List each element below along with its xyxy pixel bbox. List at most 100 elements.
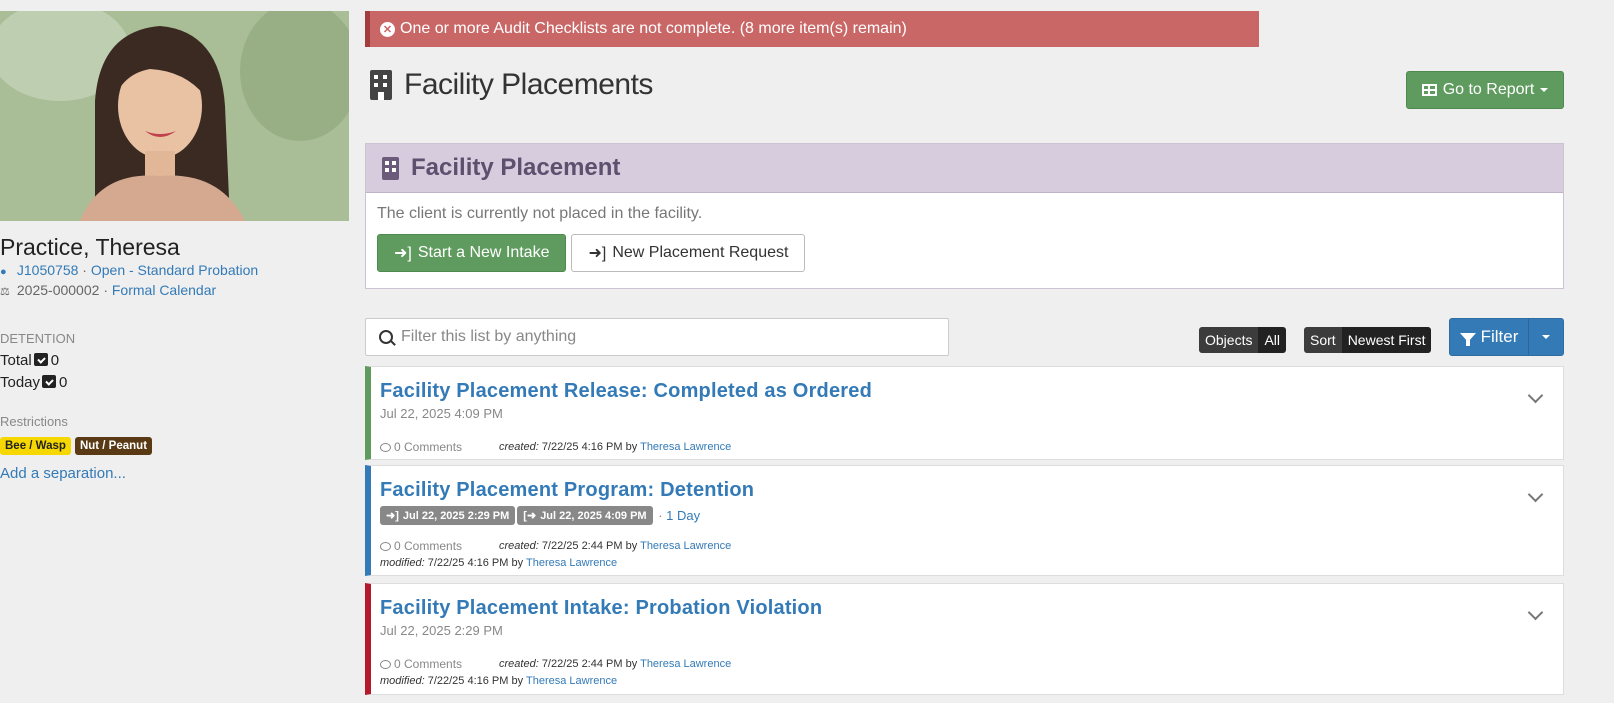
created-label: created: [499, 658, 539, 670]
sort-label: Sort [1304, 327, 1342, 353]
by-label: by [625, 540, 638, 552]
panel-actions: ➜] Start a New Intake ➜] New Placement R… [377, 234, 1552, 272]
created-by-link[interactable]: Theresa Lawrence [640, 540, 731, 552]
objects-value: All [1258, 327, 1287, 353]
new-placement-request-button[interactable]: ➜] New Placement Request [571, 234, 806, 272]
created-by-link[interactable]: Theresa Lawrence [640, 441, 731, 453]
sign-in-icon: ➜] [386, 510, 399, 522]
separator-dot: · [82, 262, 91, 278]
modified-date: 7/22/25 4:16 PM [427, 675, 509, 687]
comments-count: 0 Comments [394, 657, 463, 671]
restriction-tags: Bee / Wasp Nut / Peanut [0, 437, 153, 455]
card-footer: 0 Comments created: 7/22/25 2:44 PM by T… [380, 657, 1563, 671]
by-label: by [625, 658, 638, 670]
card-title[interactable]: Facility Placement Release: Completed as… [380, 380, 1563, 403]
new-request-label: New Placement Request [612, 244, 789, 261]
by-label: by [625, 441, 638, 453]
end-date: Jul 22, 2025 4:09 PM [540, 509, 647, 522]
filter-button[interactable]: Filter [1449, 318, 1564, 356]
comments-count: 0 Comments [394, 440, 463, 454]
page-title: Facility Placements [404, 68, 653, 101]
caret-down-icon [1540, 88, 1549, 92]
comments-link[interactable]: 0 Comments [380, 539, 499, 553]
placement-card-release[interactable]: Facility Placement Release: Completed as… [365, 366, 1564, 460]
card-footer: 0 Comments created: 7/22/25 2:44 PM by T… [380, 539, 1563, 553]
modified-by-link[interactable]: Theresa Lawrence [526, 557, 617, 569]
created-label: created: [499, 441, 539, 453]
sort-pill[interactable]: Sort Newest First [1304, 327, 1432, 353]
sign-out-icon: [➜ [523, 510, 537, 522]
comments-link[interactable]: 0 Comments [380, 657, 499, 671]
client-photo[interactable] [0, 11, 349, 221]
today-label: Today [0, 374, 41, 391]
modified-info: modified: 7/22/25 4:16 PM by Theresa Law… [380, 557, 1563, 569]
objects-filter-pill[interactable]: Objects All [1199, 327, 1287, 353]
created-date: 7/22/25 2:44 PM [541, 658, 623, 670]
restriction-tag-bee[interactable]: Bee / Wasp [0, 437, 71, 455]
detention-total: Total 0 [0, 352, 59, 369]
detention-label: DETENTION [0, 331, 76, 346]
building-icon [370, 70, 392, 100]
client-id-link[interactable]: J1050758 [17, 262, 79, 278]
panel-heading: Facility Placement [366, 144, 1563, 193]
start-date-badge: ➜] Jul 22, 2025 2:29 PM [380, 506, 516, 525]
created-by-link[interactable]: Theresa Lawrence [640, 658, 731, 670]
filter-main-button[interactable]: Filter [1450, 319, 1529, 355]
list-filter-search[interactable] [365, 318, 949, 356]
card-date: Jul 22, 2025 2:29 PM [380, 623, 503, 638]
sort-value: Newest First [1341, 327, 1432, 353]
panel-body: The client is currently not placed in th… [366, 193, 1563, 284]
card-title[interactable]: Facility Placement Program: Detention [380, 479, 1563, 502]
calendar-check-icon [33, 353, 48, 366]
calendar-link[interactable]: Formal Calendar [112, 282, 216, 298]
case-line: ⚖ 2025-000002 · Formal Calendar [0, 282, 216, 298]
modified-label: modified: [380, 557, 425, 569]
duration: 1 Day [666, 508, 701, 523]
comment-icon [380, 442, 391, 452]
case-number: 2025-000002 [16, 282, 100, 298]
facility-placement-panel: Facility Placement The client is current… [365, 143, 1564, 289]
filter-dropdown-toggle[interactable] [1529, 335, 1563, 339]
search-input[interactable] [401, 328, 921, 346]
card-date: Jul 22, 2025 4:09 PM [380, 406, 503, 421]
person-icon: ● [0, 266, 7, 278]
placement-status-message: The client is currently not placed in th… [377, 205, 703, 222]
alert-text: One or more Audit Checklists are not com… [400, 20, 907, 37]
add-separation-link[interactable]: Add a separation... [0, 465, 126, 482]
created-info: created: 7/22/25 2:44 PM by Theresa Lawr… [499, 658, 731, 670]
today-count: 0 [59, 374, 68, 391]
audit-alert: ✕ One or more Audit Checklists are not c… [365, 11, 1259, 47]
created-date: 7/22/25 2:44 PM [541, 540, 623, 552]
funnel-icon [1459, 332, 1476, 346]
scale-icon: ⚖ [0, 286, 10, 298]
placement-card-program[interactable]: Facility Placement Program: Detention ➜]… [365, 465, 1564, 576]
comment-icon [380, 659, 391, 669]
comments-count: 0 Comments [394, 539, 463, 553]
start-intake-button[interactable]: ➜] Start a New Intake [377, 234, 567, 272]
sign-in-icon: ➜] [588, 245, 607, 262]
placement-card-intake[interactable]: Facility Placement Intake: Probation Vio… [365, 583, 1564, 695]
by-label: by [511, 675, 524, 687]
card-footer: 0 Comments created: 7/22/25 4:16 PM by T… [380, 440, 1563, 454]
table-icon [1421, 84, 1437, 96]
search-icon [379, 330, 393, 344]
modified-by-link[interactable]: Theresa Lawrence [526, 675, 617, 687]
card-title[interactable]: Facility Placement Intake: Probation Vio… [380, 597, 1563, 620]
created-info: created: 7/22/25 4:16 PM by Theresa Lawr… [499, 441, 731, 453]
modified-label: modified: [380, 675, 425, 687]
go-to-report-button[interactable]: Go to Report [1406, 71, 1564, 109]
start-intake-label: Start a New Intake [417, 244, 550, 261]
building-icon [382, 156, 399, 180]
client-status-link[interactable]: Open - Standard Probation [91, 262, 258, 278]
client-name: Practice, Theresa [0, 234, 180, 260]
created-date: 7/22/25 4:16 PM [541, 441, 623, 453]
calendar-check-icon [42, 375, 57, 388]
restriction-tag-nut[interactable]: Nut / Peanut [74, 437, 153, 455]
caret-down-icon [1542, 335, 1550, 339]
modified-info: modified: 7/22/25 4:16 PM by Theresa Law… [380, 675, 1563, 687]
comments-link[interactable]: 0 Comments [380, 440, 499, 454]
total-label: Total [0, 352, 32, 369]
objects-label: Objects [1199, 327, 1259, 353]
created-info: created: 7/22/25 2:44 PM by Theresa Lawr… [499, 540, 731, 552]
end-date-badge: [➜ Jul 22, 2025 4:09 PM [517, 506, 653, 525]
